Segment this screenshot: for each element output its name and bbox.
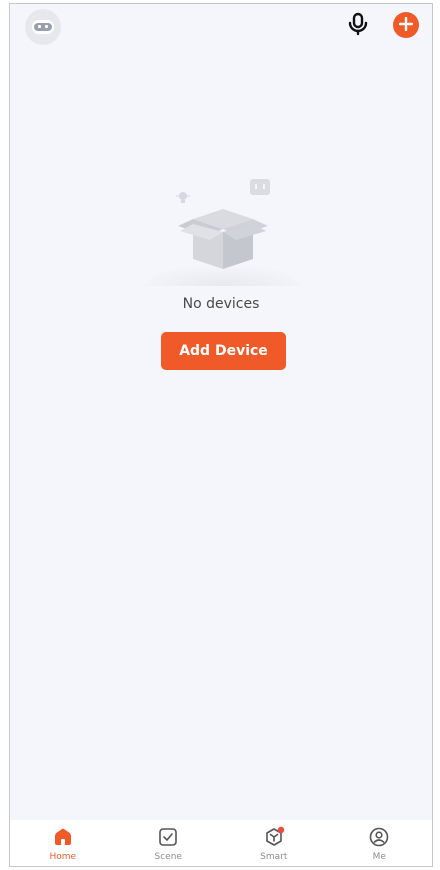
top-bar	[10, 4, 432, 52]
smart-cube-icon	[262, 825, 286, 849]
empty-state: No devices Add Device	[10, 174, 432, 384]
bottom-tab-bar: Home Scene Smart Me	[10, 820, 432, 866]
tab-me-label: Me	[372, 852, 386, 862]
microphone-icon	[347, 12, 369, 40]
home-icon	[51, 825, 75, 849]
app-screen: No devices Add Device Home Scene Smart M…	[9, 3, 433, 867]
plus-icon	[398, 16, 414, 35]
tab-scene[interactable]: Scene	[116, 820, 222, 866]
tab-scene-label: Scene	[154, 852, 182, 862]
scene-check-icon	[156, 825, 180, 849]
robot-face-icon	[30, 14, 56, 40]
tab-home-label: Home	[49, 852, 77, 862]
tab-me[interactable]: Me	[327, 820, 433, 866]
avatar[interactable]	[25, 9, 61, 45]
add-button[interactable]	[393, 12, 419, 38]
tab-smart-label: Smart	[260, 852, 288, 862]
tab-smart[interactable]: Smart	[221, 820, 327, 866]
empty-message: No devices	[182, 296, 260, 312]
notification-badge	[277, 826, 284, 834]
empty-box-icon	[138, 174, 308, 289]
profile-icon	[367, 825, 391, 849]
voice-button[interactable]	[344, 12, 372, 40]
tab-home[interactable]: Home	[10, 820, 116, 866]
add-device-button[interactable]: Add Device	[161, 332, 286, 370]
